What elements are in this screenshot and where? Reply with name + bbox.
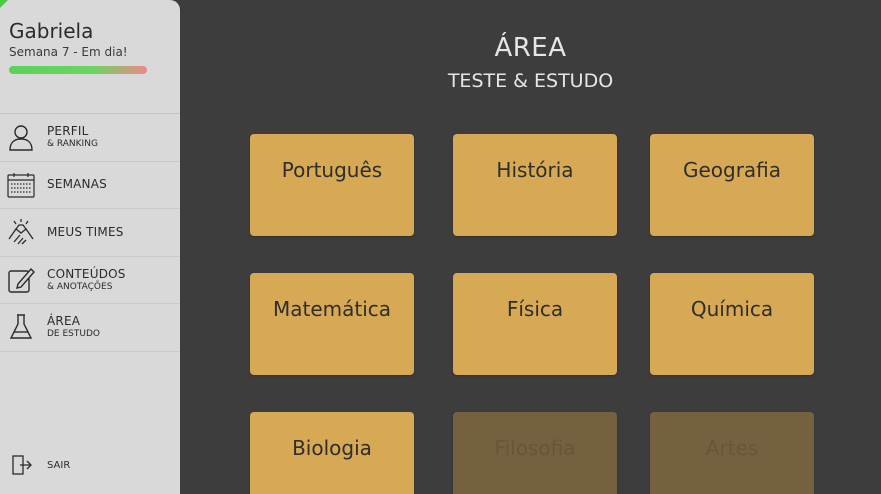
subject-card-matematica[interactable]: Matemática xyxy=(250,273,414,375)
calendar-icon xyxy=(4,168,38,202)
sidebar-item-perfil[interactable]: PERFIL & RANKING xyxy=(0,114,180,162)
user-name: Gabriela xyxy=(9,19,94,43)
sidebar-item-conteudos[interactable]: CONTEÚDOS & ANOTAÇÕES xyxy=(0,257,180,304)
subject-card-artes: Artes xyxy=(650,412,814,494)
week-progress-bar xyxy=(9,66,147,74)
page-subtitle: TESTE & ESTUDO xyxy=(447,70,614,92)
subject-card-portugues[interactable]: Português xyxy=(250,134,414,236)
subject-card-fisica[interactable]: Física xyxy=(453,273,617,375)
logout-icon xyxy=(4,448,38,482)
subject-card-historia[interactable]: História xyxy=(453,134,617,236)
subject-card-quimica[interactable]: Química xyxy=(650,273,814,375)
sidebar-item-sublabel: & ANOTAÇÕES xyxy=(47,281,113,292)
sidebar-item-area[interactable]: ÁREA DE ESTUDO xyxy=(0,304,180,352)
user-status: Semana 7 - Em dia! xyxy=(9,45,128,59)
sidebar-item-sublabel: DE ESTUDO xyxy=(47,329,100,340)
sidebar-item-meus-times[interactable]: MEUS TIMES xyxy=(0,209,180,257)
subject-card-biologia[interactable]: Biologia xyxy=(250,412,414,494)
user-icon xyxy=(4,120,38,154)
sidebar-item-sublabel: & RANKING xyxy=(47,139,98,150)
main-area: ÁREA TESTE & ESTUDO Português História G… xyxy=(180,0,881,494)
subject-card-filosofia: Filosofia xyxy=(453,412,617,494)
user-panel: Gabriela Semana 7 - Em dia! xyxy=(0,0,180,114)
edit-icon xyxy=(4,263,38,297)
sidebar-item-label: SEMANAS xyxy=(47,177,107,192)
subject-card-geografia[interactable]: Geografia xyxy=(650,134,814,236)
sidebar-item-label: PERFIL xyxy=(47,124,89,139)
logout-label: SAIR xyxy=(47,459,71,471)
sidebar-item-label: CONTEÚDOS xyxy=(47,266,126,281)
sidebar-item-label: MEUS TIMES xyxy=(47,224,124,239)
handshake-icon xyxy=(4,215,38,249)
logout-button[interactable]: SAIR xyxy=(4,448,70,482)
status-corner-indicator xyxy=(0,0,8,8)
page-title: ÁREA xyxy=(494,33,567,63)
flask-icon xyxy=(4,310,38,344)
sidebar-item-label: ÁREA xyxy=(47,314,81,329)
sidebar: Gabriela Semana 7 - Em dia! PERFIL & RAN… xyxy=(0,0,180,494)
app-window: Gabriela Semana 7 - Em dia! PERFIL & RAN… xyxy=(0,0,881,494)
sidebar-item-semanas[interactable]: SEMANAS xyxy=(0,162,180,209)
